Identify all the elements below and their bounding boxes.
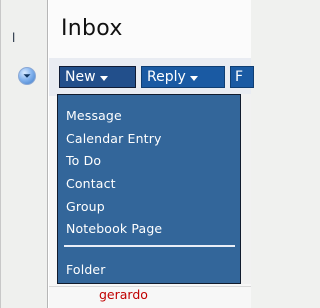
menu-item-folder[interactable]: Folder xyxy=(66,263,106,277)
list-row-separator xyxy=(49,286,251,287)
chevron-down-icon xyxy=(99,75,108,81)
reply-button[interactable]: Reply xyxy=(141,66,225,88)
chevron-down-icon xyxy=(23,74,31,78)
expand-dropdown-button[interactable] xyxy=(18,67,36,85)
left-navigation-pane: l xyxy=(0,0,47,308)
reply-button-label: Reply xyxy=(147,69,186,85)
menu-item-calendar-entry[interactable]: Calendar Entry xyxy=(66,132,162,146)
menu-item-message[interactable]: Message xyxy=(66,109,122,123)
page-title: Inbox xyxy=(61,16,123,41)
new-button-label: New xyxy=(65,69,96,85)
menu-separator xyxy=(64,245,235,247)
menu-item-contact[interactable]: Contact xyxy=(66,177,116,191)
new-button[interactable]: New xyxy=(59,66,136,88)
menu-item-to-do[interactable]: To Do xyxy=(66,154,101,168)
left-pane-partial-text: l xyxy=(12,31,16,45)
sender-name[interactable]: gerardo xyxy=(99,287,148,302)
chevron-down-icon xyxy=(189,75,198,81)
more-toolbar-button[interactable]: F xyxy=(230,66,254,88)
more-toolbar-button-label: F xyxy=(235,69,244,85)
toolbar: New Reply F xyxy=(49,58,254,96)
menu-item-group[interactable]: Group xyxy=(66,200,105,214)
new-item-dropdown-menu: Message Calendar Entry To Do Contact Gro… xyxy=(57,94,241,284)
menu-item-notebook-page[interactable]: Notebook Page xyxy=(66,222,162,236)
message-list-edge xyxy=(241,94,251,284)
